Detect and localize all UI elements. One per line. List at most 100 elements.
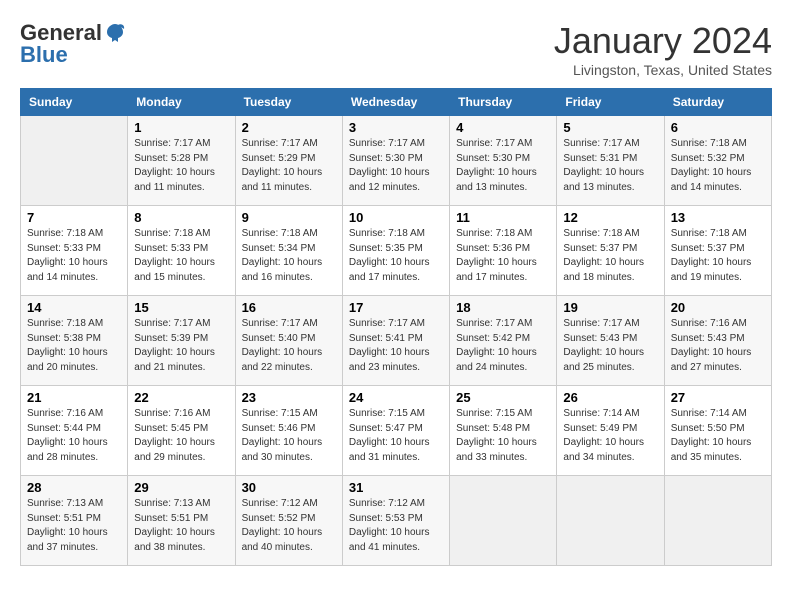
day-number: 21 bbox=[27, 390, 121, 405]
calendar-cell: 11 Sunrise: 7:18 AMSunset: 5:36 PMDayligh… bbox=[450, 206, 557, 296]
calendar-cell bbox=[21, 116, 128, 206]
title-block: January 2024 Livingston, Texas, United S… bbox=[554, 20, 772, 78]
calendar-week-row: 21Sunrise: 7:16 AMSunset: 5:44 PMDayligh… bbox=[21, 386, 772, 476]
day-number: 20 bbox=[671, 300, 765, 315]
day-info: Sunrise: 7:16 AMSunset: 5:43 PMDaylight:… bbox=[671, 317, 765, 375]
day-info: Sunrise: 7:18 AMSunset: 5:38 PMDaylight:… bbox=[27, 317, 121, 375]
day-info: Sunrise: 7:16 AMSunset: 5:45 PMDaylight:… bbox=[134, 407, 228, 465]
calendar-week-row: 14 Sunrise: 7:18 AMSunset: 5:38 PMDayligh… bbox=[21, 296, 772, 386]
calendar-cell: 10 Sunrise: 7:18 AMSunset: 5:35 PMDayligh… bbox=[342, 206, 449, 296]
calendar-week-row: 1 Sunrise: 7:17 AMSunset: 5:28 PMDaylight… bbox=[21, 116, 772, 206]
logo-blue-text: Blue bbox=[20, 42, 68, 68]
calendar-cell: 4Sunrise: 7:17 AMSunset: 5:30 PMDaylight… bbox=[450, 116, 557, 206]
day-info: Sunrise: 7:17 AMSunset: 5:42 PMDaylight:… bbox=[456, 317, 550, 375]
day-info: Sunrise: 7:14 AMSunset: 5:50 PMDaylight:… bbox=[671, 407, 765, 465]
day-number: 16 bbox=[242, 300, 336, 315]
day-info: Sunrise: 7:18 AMSunset: 5:33 PMDaylight:… bbox=[134, 227, 228, 285]
day-info: Sunrise: 7:18 AMSunset: 5:34 PMDaylight:… bbox=[242, 227, 336, 285]
calendar-cell: 18 Sunrise: 7:17 AMSunset: 5:42 PMDayligh… bbox=[450, 296, 557, 386]
calendar-cell: 3Sunrise: 7:17 AMSunset: 5:30 PMDaylight… bbox=[342, 116, 449, 206]
day-number: 3 bbox=[349, 120, 443, 135]
logo-bird-icon bbox=[104, 22, 126, 44]
day-info: Sunrise: 7:17 AMSunset: 5:40 PMDaylight:… bbox=[242, 317, 336, 375]
day-number: 11 bbox=[456, 210, 550, 225]
calendar-cell bbox=[557, 476, 664, 566]
day-info: Sunrise: 7:18 AMSunset: 5:37 PMDaylight:… bbox=[563, 227, 657, 285]
day-info: Sunrise: 7:13 AMSunset: 5:51 PMDaylight:… bbox=[134, 497, 228, 555]
day-info: Sunrise: 7:15 AMSunset: 5:47 PMDaylight:… bbox=[349, 407, 443, 465]
day-number: 14 bbox=[27, 300, 121, 315]
month-title: January 2024 bbox=[554, 20, 772, 62]
day-info: Sunrise: 7:12 AMSunset: 5:52 PMDaylight:… bbox=[242, 497, 336, 555]
calendar-table: SundayMondayTuesdayWednesdayThursdayFrid… bbox=[20, 88, 772, 566]
day-number: 28 bbox=[27, 480, 121, 495]
calendar-cell: 15 Sunrise: 7:17 AMSunset: 5:39 PMDayligh… bbox=[128, 296, 235, 386]
calendar-cell: 24Sunrise: 7:15 AMSunset: 5:47 PMDayligh… bbox=[342, 386, 449, 476]
day-info: Sunrise: 7:12 AMSunset: 5:53 PMDaylight:… bbox=[349, 497, 443, 555]
calendar-cell: 30 Sunrise: 7:12 AMSunset: 5:52 PMDayligh… bbox=[235, 476, 342, 566]
day-number: 10 bbox=[349, 210, 443, 225]
calendar-cell: 12 Sunrise: 7:18 AMSunset: 5:37 PMDayligh… bbox=[557, 206, 664, 296]
calendar-week-row: 28 Sunrise: 7:13 AMSunset: 5:51 PMDayligh… bbox=[21, 476, 772, 566]
calendar-cell bbox=[664, 476, 771, 566]
day-info: Sunrise: 7:15 AMSunset: 5:46 PMDaylight:… bbox=[242, 407, 336, 465]
day-info: Sunrise: 7:15 AMSunset: 5:48 PMDaylight:… bbox=[456, 407, 550, 465]
day-number: 22 bbox=[134, 390, 228, 405]
calendar-cell: 21Sunrise: 7:16 AMSunset: 5:44 PMDayligh… bbox=[21, 386, 128, 476]
location: Livingston, Texas, United States bbox=[554, 62, 772, 78]
day-number: 2 bbox=[242, 120, 336, 135]
header-sunday: Sunday bbox=[21, 89, 128, 116]
day-number: 31 bbox=[349, 480, 443, 495]
day-info: Sunrise: 7:18 AMSunset: 5:35 PMDaylight:… bbox=[349, 227, 443, 285]
day-number: 30 bbox=[242, 480, 336, 495]
day-info: Sunrise: 7:13 AMSunset: 5:51 PMDaylight:… bbox=[27, 497, 121, 555]
day-number: 1 bbox=[134, 120, 228, 135]
header-wednesday: Wednesday bbox=[342, 89, 449, 116]
day-number: 12 bbox=[563, 210, 657, 225]
day-info: Sunrise: 7:17 AMSunset: 5:41 PMDaylight:… bbox=[349, 317, 443, 375]
day-info: Sunrise: 7:17 AMSunset: 5:43 PMDaylight:… bbox=[563, 317, 657, 375]
day-info: Sunrise: 7:18 AMSunset: 5:32 PMDaylight:… bbox=[671, 137, 765, 195]
day-number: 7 bbox=[27, 210, 121, 225]
calendar-cell: 5Sunrise: 7:17 AMSunset: 5:31 PMDaylight… bbox=[557, 116, 664, 206]
header-tuesday: Tuesday bbox=[235, 89, 342, 116]
day-number: 26 bbox=[563, 390, 657, 405]
day-number: 18 bbox=[456, 300, 550, 315]
day-info: Sunrise: 7:17 AMSunset: 5:39 PMDaylight:… bbox=[134, 317, 228, 375]
calendar-cell: 28 Sunrise: 7:13 AMSunset: 5:51 PMDayligh… bbox=[21, 476, 128, 566]
day-number: 6 bbox=[671, 120, 765, 135]
calendar-cell: 6 Sunrise: 7:18 AMSunset: 5:32 PMDaylight… bbox=[664, 116, 771, 206]
calendar-cell: 23 Sunrise: 7:15 AMSunset: 5:46 PMDayligh… bbox=[235, 386, 342, 476]
calendar-cell: 7 Sunrise: 7:18 AMSunset: 5:33 PMDaylight… bbox=[21, 206, 128, 296]
calendar-cell: 1 Sunrise: 7:17 AMSunset: 5:28 PMDaylight… bbox=[128, 116, 235, 206]
calendar-cell: 26 Sunrise: 7:14 AMSunset: 5:49 PMDayligh… bbox=[557, 386, 664, 476]
calendar-cell: 31 Sunrise: 7:12 AMSunset: 5:53 PMDayligh… bbox=[342, 476, 449, 566]
header-friday: Friday bbox=[557, 89, 664, 116]
day-number: 25 bbox=[456, 390, 550, 405]
calendar-header-row: SundayMondayTuesdayWednesdayThursdayFrid… bbox=[21, 89, 772, 116]
day-info: Sunrise: 7:18 AMSunset: 5:36 PMDaylight:… bbox=[456, 227, 550, 285]
calendar-cell: 8Sunrise: 7:18 AMSunset: 5:33 PMDaylight… bbox=[128, 206, 235, 296]
page-header: General Blue January 2024 Livingston, Te… bbox=[20, 20, 772, 78]
day-number: 19 bbox=[563, 300, 657, 315]
calendar-cell: 9 Sunrise: 7:18 AMSunset: 5:34 PMDaylight… bbox=[235, 206, 342, 296]
calendar-cell: 14 Sunrise: 7:18 AMSunset: 5:38 PMDayligh… bbox=[21, 296, 128, 386]
day-info: Sunrise: 7:17 AMSunset: 5:28 PMDaylight:… bbox=[134, 137, 228, 195]
day-info: Sunrise: 7:14 AMSunset: 5:49 PMDaylight:… bbox=[563, 407, 657, 465]
day-number: 29 bbox=[134, 480, 228, 495]
header-saturday: Saturday bbox=[664, 89, 771, 116]
day-number: 27 bbox=[671, 390, 765, 405]
calendar-cell: 27 Sunrise: 7:14 AMSunset: 5:50 PMDayligh… bbox=[664, 386, 771, 476]
day-number: 23 bbox=[242, 390, 336, 405]
calendar-cell: 29 Sunrise: 7:13 AMSunset: 5:51 PMDayligh… bbox=[128, 476, 235, 566]
header-monday: Monday bbox=[128, 89, 235, 116]
day-number: 15 bbox=[134, 300, 228, 315]
header-thursday: Thursday bbox=[450, 89, 557, 116]
calendar-cell: 22 Sunrise: 7:16 AMSunset: 5:45 PMDayligh… bbox=[128, 386, 235, 476]
day-number: 9 bbox=[242, 210, 336, 225]
day-info: Sunrise: 7:18 AMSunset: 5:37 PMDaylight:… bbox=[671, 227, 765, 285]
calendar-cell: 25 Sunrise: 7:15 AMSunset: 5:48 PMDayligh… bbox=[450, 386, 557, 476]
day-info: Sunrise: 7:17 AMSunset: 5:31 PMDaylight:… bbox=[563, 137, 657, 195]
day-info: Sunrise: 7:17 AMSunset: 5:30 PMDaylight:… bbox=[456, 137, 550, 195]
day-info: Sunrise: 7:18 AMSunset: 5:33 PMDaylight:… bbox=[27, 227, 121, 285]
